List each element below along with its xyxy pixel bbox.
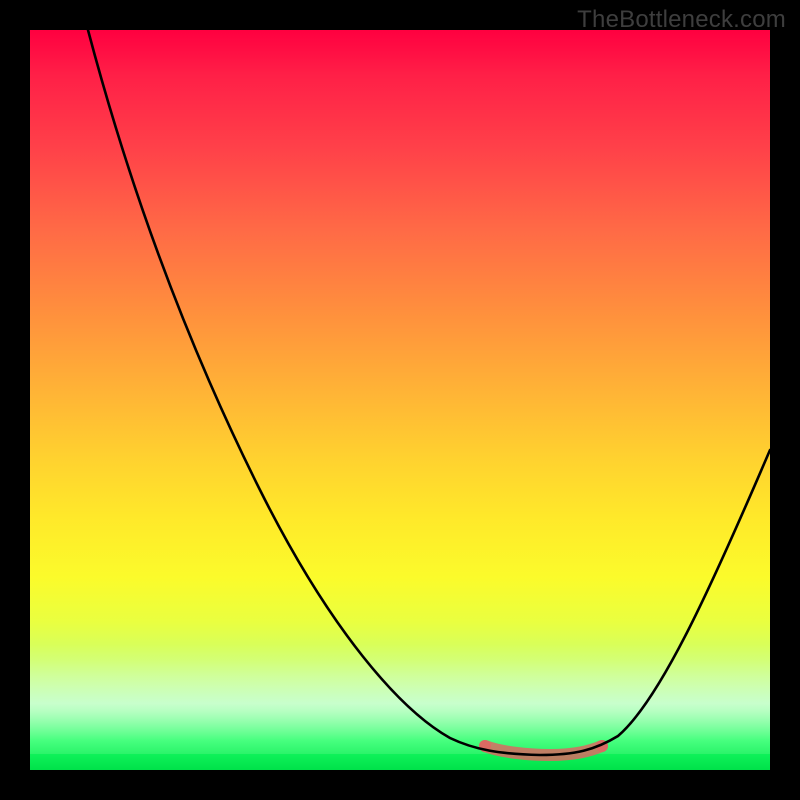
watermark-text: TheBottleneck.com — [577, 6, 786, 34]
chart-plot-area — [30, 30, 770, 770]
chart-svg — [30, 30, 770, 770]
bottleneck-curve — [88, 30, 770, 755]
